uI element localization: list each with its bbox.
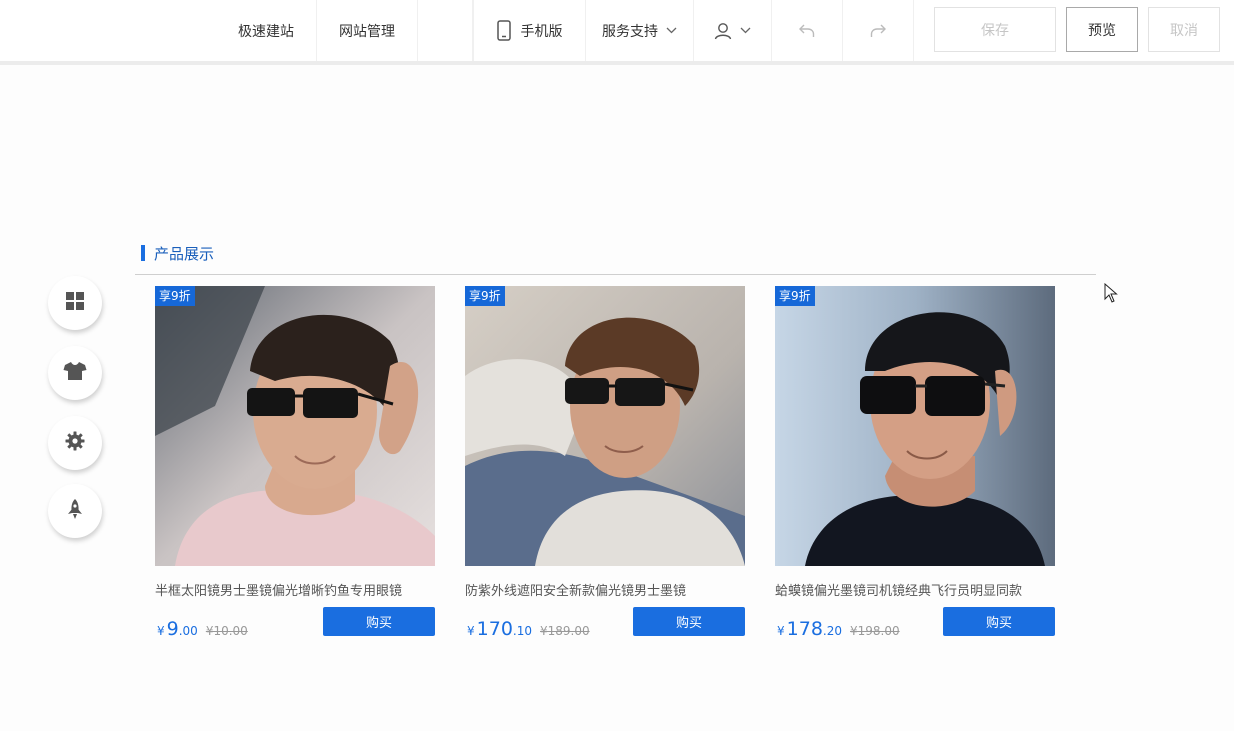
product-price: ¥ 9 .00 ¥10.00 [157,618,248,640]
mobile-version-label: 手机版 [520,23,563,40]
phone-icon [496,20,511,41]
save-button[interactable]: 保存 [934,7,1056,52]
cancel-button[interactable]: 取消 [1148,7,1220,52]
quick-build-link[interactable]: 极速建站 [216,0,317,61]
theme-button[interactable] [48,346,102,400]
chevron-down-icon [740,27,751,34]
user-icon [714,22,732,40]
preview-button[interactable]: 预览 [1066,7,1138,52]
product-image[interactable]: 享9折 [465,286,745,566]
service-support-dropdown[interactable]: 服务支持 [586,0,694,61]
service-support-label: 服务支持 [602,23,658,40]
section-header: 产品展示 [141,244,215,263]
buy-button[interactable]: 购买 [633,607,745,636]
price-integer: 9 [166,618,179,640]
undo-icon [798,23,816,39]
buy-button[interactable]: 购买 [943,607,1055,636]
top-toolbar: 极速建站 网站管理 手机版 服务支持 保存 预览 取消 [0,0,1234,61]
mouse-cursor-icon [1104,282,1118,307]
tshirt-icon [63,361,87,385]
modules-button[interactable] [48,276,102,330]
product-price: ¥ 170 .10 ¥189.00 [467,618,590,640]
redo-button[interactable] [843,0,914,61]
currency-symbol: ¥ [467,624,475,638]
section-accent-bar [141,245,145,261]
product-image[interactable]: 享9折 [155,286,435,566]
price-decimal: .00 [178,624,198,638]
price-decimal: .20 [822,624,842,638]
original-price: ¥10.00 [205,624,248,638]
site-manage-label: 网站管理 [339,23,395,40]
settings-button[interactable] [48,416,102,470]
preview-label: 预览 [1088,22,1116,39]
price-integer: 170 [476,618,513,640]
original-price: ¥198.00 [850,624,900,638]
grid-icon [65,291,85,315]
original-price: ¥189.00 [540,624,590,638]
price-decimal: .10 [512,624,532,638]
price-integer: 178 [786,618,823,640]
toolbar-divider [0,61,1234,65]
discount-badge: 享9折 [775,286,815,306]
quick-build-label: 极速建站 [238,23,294,40]
gear-icon [65,431,85,455]
cancel-label: 取消 [1170,22,1198,39]
product-name[interactable]: 防紫外线遮阳安全新款偏光镜男士墨镜 [465,580,745,599]
product-card[interactable]: 享9折 防紫外线遮阳安全新款偏光镜男士墨镜 ¥ 170 .10 ¥189.00 … [465,286,745,640]
section-title: 产品展示 [154,244,215,263]
currency-symbol: ¥ [777,624,785,638]
site-manage-link[interactable]: 网站管理 [317,0,418,61]
product-image[interactable]: 享9折 [775,286,1055,566]
save-label: 保存 [981,22,1009,39]
section-divider [135,274,1096,275]
product-name[interactable]: 蛤蟆镜偏光墨镜司机镜经典飞行员明显同款 [775,580,1055,599]
rocket-icon [66,498,84,524]
mobile-version-button[interactable]: 手机版 [473,0,586,61]
user-menu[interactable] [694,0,772,61]
currency-symbol: ¥ [157,624,165,638]
discount-badge: 享9折 [155,286,195,306]
product-card[interactable]: 享9折 蛤蟆镜偏光墨镜司机镜经典飞行员明显同款 ¥ 178 .20 ¥198.0… [775,286,1055,640]
undo-button[interactable] [772,0,843,61]
chevron-down-icon [666,27,677,34]
redo-icon [869,23,887,39]
product-card[interactable]: 享9折 半框太阳镜男士墨镜偏光增晰钓鱼专用眼镜 ¥ 9 .00 ¥10.00 购… [155,286,435,640]
nav-spacer [418,0,473,61]
publish-button[interactable] [48,484,102,538]
buy-button[interactable]: 购买 [323,607,435,636]
product-name[interactable]: 半框太阳镜男士墨镜偏光增晰钓鱼专用眼镜 [155,580,435,599]
product-price: ¥ 178 .20 ¥198.00 [777,618,900,640]
discount-badge: 享9折 [465,286,505,306]
